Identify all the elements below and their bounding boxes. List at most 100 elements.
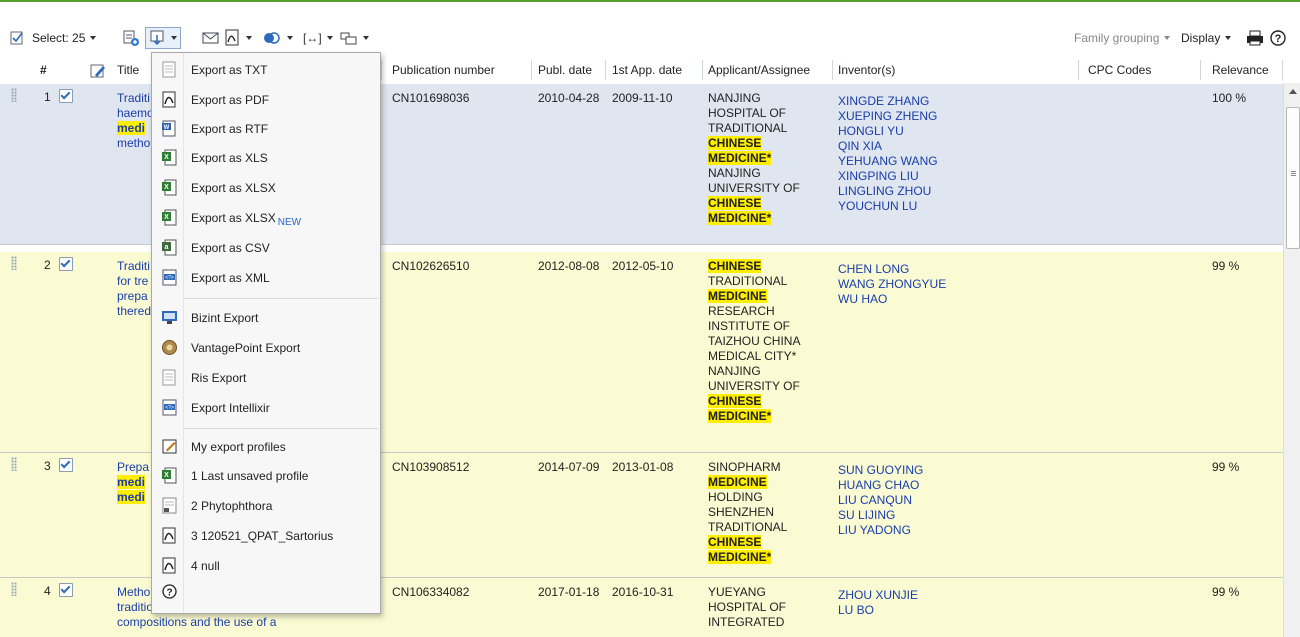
column-header-number[interactable]: # — [40, 57, 47, 83]
svg-text:X: X — [164, 184, 169, 191]
menu-item-export-rtf[interactable]: W Export as RTF — [152, 115, 380, 143]
row-checkbox[interactable] — [59, 89, 73, 103]
row-checkbox[interactable] — [59, 257, 73, 271]
inventor-name[interactable]: QIN XIA — [838, 139, 938, 154]
drag-handle-icon[interactable] — [11, 582, 17, 596]
display-dropdown[interactable]: Display — [1181, 24, 1232, 52]
chevron-down-icon — [1225, 36, 1232, 40]
add-to-folder-button[interactable] — [122, 24, 140, 52]
layout-button[interactable] — [340, 24, 369, 52]
row-checkbox[interactable] — [59, 583, 73, 597]
applicant-line-highlight: MEDICINE — [708, 289, 767, 303]
menu-item-export-xlsx-new[interactable]: X Export as XLSX NEW — [152, 204, 380, 232]
export-button-box[interactable] — [145, 27, 181, 49]
menu-item-help[interactable]: ? — [152, 578, 380, 606]
result-title[interactable]: Traditi for tre prepa thered — [117, 259, 151, 319]
family-grouping-dropdown[interactable]: Family grouping — [1074, 24, 1171, 52]
menu-item-export-csv[interactable]: a Export as CSV — [152, 234, 380, 262]
column-header-relevance[interactable]: Relevance — [1212, 57, 1269, 83]
column-header-title[interactable]: Title — [117, 57, 139, 83]
vertical-scrollbar[interactable] — [1283, 83, 1300, 637]
publication-number[interactable]: CN102626510 — [392, 259, 469, 274]
column-width-button[interactable]: [↔] — [303, 24, 333, 52]
applicant-line: YUEYANG — [708, 585, 766, 599]
inventor-name[interactable]: XINGDE ZHANG — [838, 94, 938, 109]
grip-icon — [1291, 171, 1296, 172]
applicant-list: YUEYANG HOSPITAL OF INTEGRATED — [708, 585, 786, 630]
inventor-name[interactable]: WANG ZHONGYUE — [838, 277, 946, 292]
inventor-name[interactable]: YOUCHUN LU — [838, 199, 938, 214]
inventor-name[interactable]: CHEN LONG — [838, 262, 946, 277]
inventor-name[interactable]: LU BO — [838, 603, 918, 618]
help-button[interactable]: ? — [1270, 24, 1286, 52]
annotate-icon[interactable] — [90, 62, 106, 78]
select-count[interactable]: Select: 25 — [32, 24, 97, 52]
chevron-down-icon — [171, 36, 177, 40]
menu-item-export-xlsx[interactable]: X Export as XLSX — [152, 174, 380, 202]
inventor-name[interactable]: YEHUANG WANG — [838, 154, 938, 169]
inventor-name[interactable]: LINGLING ZHOU — [838, 184, 938, 199]
menu-item-ris-export[interactable]: Ris Export — [152, 364, 380, 392]
svg-text:X: X — [164, 154, 169, 161]
column-header-publication-number[interactable]: Publication number — [392, 57, 495, 83]
menu-item-export-xls[interactable]: X Export as XLS — [152, 144, 380, 172]
svg-text:X: X — [164, 472, 169, 479]
column-divider — [605, 60, 606, 80]
inventor-name[interactable]: HONGLI YU — [838, 124, 938, 139]
chevron-down-icon — [1164, 36, 1171, 40]
inventor-name[interactable]: ZHOU XUNJIE — [838, 588, 918, 603]
view-button[interactable] — [262, 24, 293, 52]
menu-item-qpat-sartorius[interactable]: 3 120521_QPAT_Sartorius — [152, 522, 380, 550]
svg-text:<?>: <?> — [165, 275, 174, 281]
inventor-name[interactable]: XUEPING ZHENG — [838, 109, 938, 124]
inventor-name[interactable]: WU HAO — [838, 292, 946, 307]
menu-item-export-txt[interactable]: Export as TXT — [152, 56, 380, 84]
inventor-name[interactable]: HUANG CHAO — [838, 478, 923, 493]
menu-item-export-intellixir[interactable]: <?> Export Intellixir — [152, 394, 380, 422]
applicant-line: HOLDING — [708, 490, 763, 504]
row-checkbox[interactable] — [59, 458, 73, 472]
inventor-name[interactable]: LIU CANQUN — [838, 493, 923, 508]
inventor-name[interactable]: XINGPING LIU — [838, 169, 938, 184]
menu-item-vantagepoint-export[interactable]: VantagePoint Export — [152, 334, 380, 362]
menu-item-bizint-export[interactable]: Bizint Export — [152, 304, 380, 332]
column-header-publ-date[interactable]: Publ. date — [538, 57, 592, 83]
drag-handle-icon[interactable] — [11, 457, 17, 471]
column-header-cpc-codes[interactable]: CPC Codes — [1088, 57, 1151, 83]
menu-item-last-unsaved-profile[interactable]: X 1 Last unsaved profile — [152, 462, 380, 490]
applicant-line: NANJING — [708, 364, 761, 378]
email-button[interactable] — [202, 24, 220, 52]
print-button[interactable] — [1246, 24, 1264, 52]
pdf-button[interactable] — [223, 24, 252, 52]
result-title[interactable]: Prepa medi medi — [117, 460, 149, 505]
select-all-checkbox[interactable] — [10, 24, 24, 52]
result-title[interactable]: Traditi haemo medi metho — [117, 91, 154, 151]
menu-item-my-export-profiles[interactable]: My export profiles — [152, 433, 380, 461]
menu-item-phytophthora[interactable]: 2 Phytophthora — [152, 492, 380, 520]
scroll-up-arrow-icon[interactable] — [1289, 89, 1297, 94]
drag-handle-icon[interactable] — [11, 256, 17, 270]
menu-item-null-profile[interactable]: 4 null — [152, 552, 380, 580]
column-header-first-app-date[interactable]: 1st App. date — [612, 57, 682, 83]
scrollbar-thumb[interactable] — [1286, 107, 1300, 249]
drag-handle-icon[interactable] — [11, 88, 17, 102]
help-icon: ? — [1270, 30, 1286, 46]
layout-icon — [340, 32, 357, 45]
inventor-name[interactable]: SU LIJING — [838, 508, 923, 523]
bizint-icon — [162, 311, 177, 324]
menu-item-export-xml[interactable]: <?> Export as XML — [152, 264, 380, 292]
txt-icon — [162, 61, 176, 78]
inventor-name[interactable]: LIU YADONG — [838, 523, 923, 538]
export-dropdown-button[interactable] — [145, 24, 181, 52]
publication-number[interactable]: CN106334082 — [392, 585, 469, 600]
column-divider — [1282, 60, 1283, 80]
menu-item-export-pdf[interactable]: Export as PDF — [152, 86, 380, 114]
applicant-line: INSTITUTE OF — [708, 319, 790, 333]
column-header-inventors[interactable]: Inventor(s) — [838, 57, 895, 83]
applicant-line: UNIVERSITY OF — [708, 181, 800, 195]
publication-number[interactable]: CN101698036 — [392, 91, 469, 106]
column-header-applicant[interactable]: Applicant/Assignee — [708, 57, 810, 83]
applicant-line: MEDICAL CITY* — [708, 349, 797, 363]
inventor-name[interactable]: SUN GUOYING — [838, 463, 923, 478]
publication-number[interactable]: CN103908512 — [392, 460, 469, 475]
